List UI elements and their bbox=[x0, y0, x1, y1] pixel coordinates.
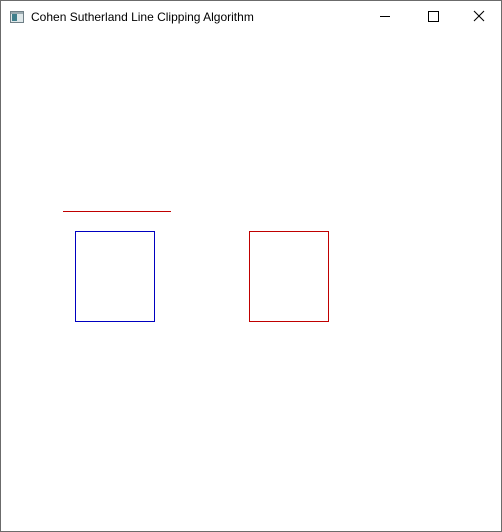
drawing-canvas[interactable] bbox=[1, 32, 501, 531]
close-icon bbox=[473, 10, 485, 22]
minimize-button[interactable] bbox=[362, 1, 408, 32]
result-rectangle bbox=[249, 231, 329, 322]
title-bar[interactable]: Cohen Sutherland Line Clipping Algorithm bbox=[1, 1, 501, 32]
app-window: Cohen Sutherland Line Clipping Algorithm bbox=[0, 0, 502, 532]
drawing-surface bbox=[63, 211, 329, 322]
app-window-icon[interactable] bbox=[10, 11, 24, 23]
minimize-icon bbox=[380, 16, 390, 17]
maximize-icon bbox=[428, 11, 439, 22]
clipping-window-rectangle bbox=[75, 231, 155, 322]
window-title: Cohen Sutherland Line Clipping Algorithm bbox=[31, 10, 254, 24]
close-button[interactable] bbox=[456, 1, 501, 32]
maximize-button[interactable] bbox=[410, 1, 456, 32]
